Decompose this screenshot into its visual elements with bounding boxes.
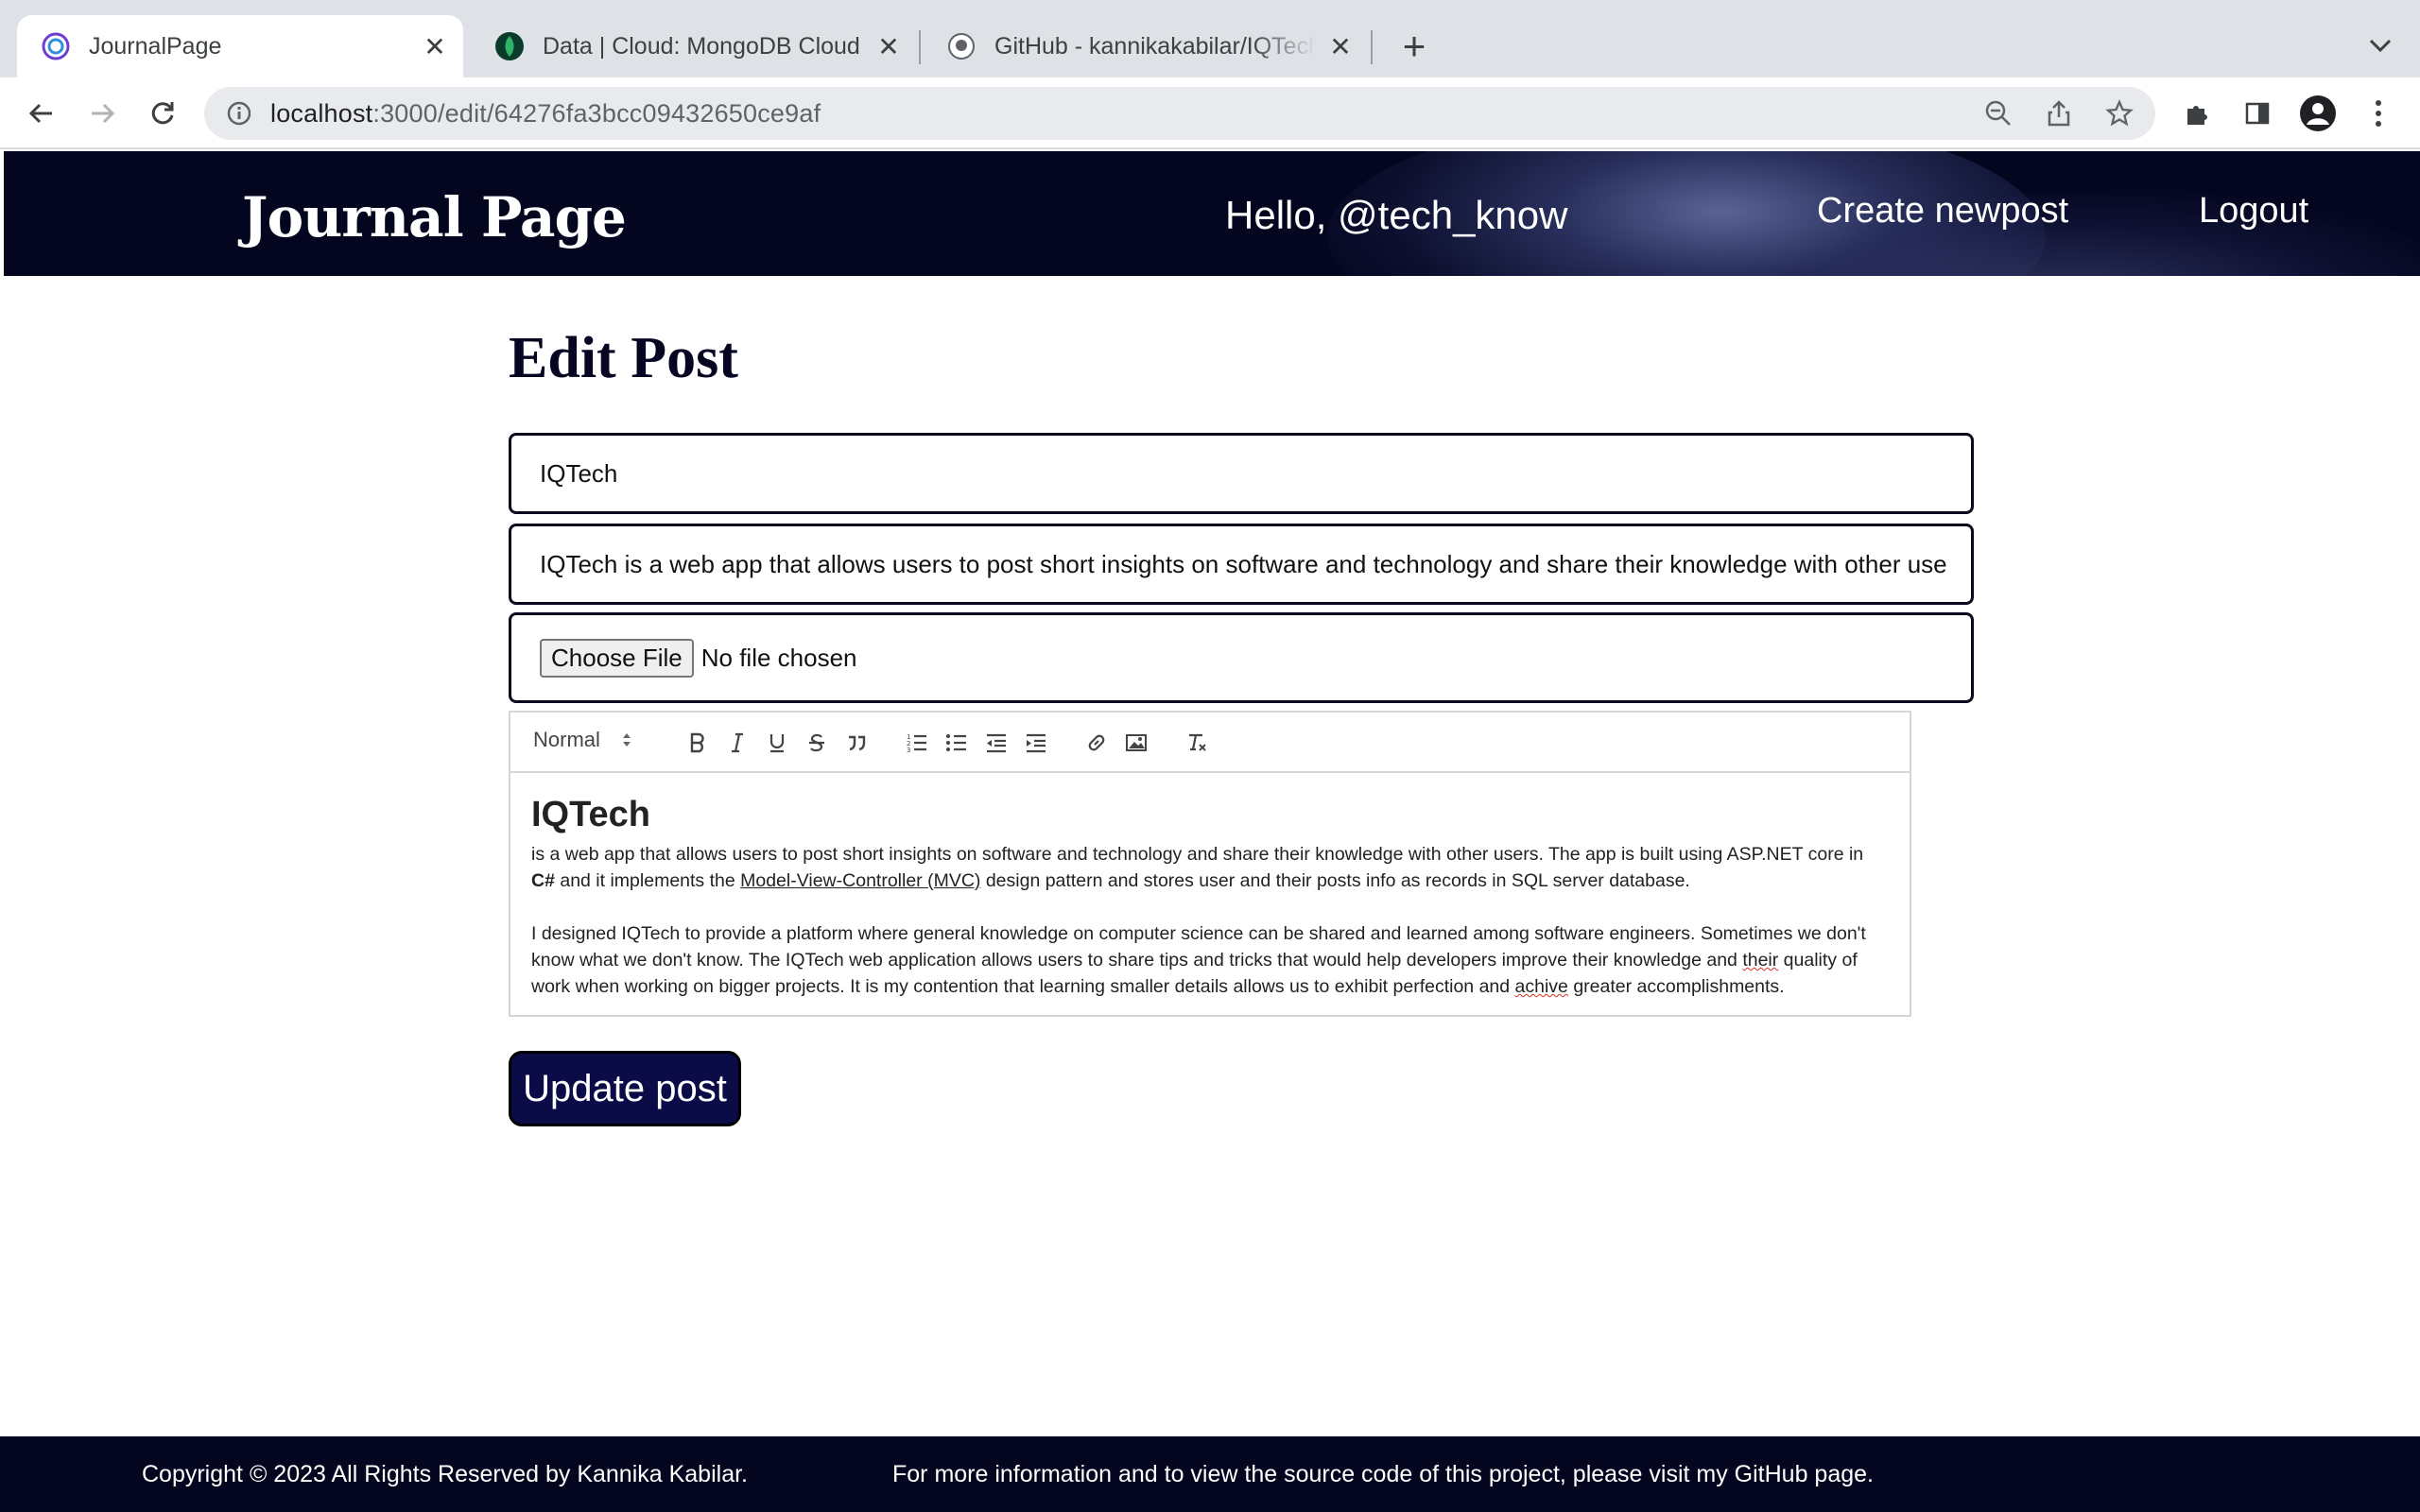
url-host: localhost [270,98,373,128]
svg-text:3: 3 [907,747,910,753]
user-greeting: Hello, @tech_know [1225,193,1568,237]
format-select-value: Normal [533,728,600,751]
site-info-icon[interactable] [225,99,253,128]
tab-separator [919,30,921,64]
bold-text: C# [531,870,555,891]
mongodb-leaf-icon [495,32,524,60]
tab-journalpage[interactable]: JournalPage ✕ [17,15,463,77]
close-tab-icon[interactable]: ✕ [1323,29,1357,63]
rich-text-editor: Normal 123 IQTech is a web app that allo… [509,711,1911,1017]
italic-icon[interactable] [722,728,752,758]
tab-search-chevron-icon[interactable] [2363,28,2397,62]
footer-copyright: Copyright © 2023 All Rights Reserved by … [142,1461,748,1487]
page-title: Edit Post [509,326,738,390]
editor-paragraph-1: is a web app that allows users to post s… [531,841,1889,894]
logout-link[interactable]: Logout [2199,191,2308,232]
tab-title: Data | Cloud: MongoDB Cloud [543,32,860,60]
url-text: localhost:3000/edit/64276fa3bcc09432650c… [270,99,821,129]
tab-title: GitHub - kannikakabilar/IQTech [994,32,1316,60]
new-tab-plus-icon[interactable]: + [1395,24,1433,68]
footer-github-info[interactable]: For more information and to view the sou… [892,1461,1874,1488]
editor-content[interactable]: IQTech is a web app that allows users to… [510,773,1910,1019]
paragraph-text: and it implements the [554,870,741,891]
link-icon[interactable] [1081,728,1112,758]
browser-toolbar: localhost:3000/edit/64276fa3bcc09432650c… [0,77,2420,149]
profile-avatar-icon[interactable] [2295,91,2341,136]
bold-icon[interactable] [683,728,713,758]
paragraph-text: I designed IQTech to provide a platform … [531,923,1866,971]
back-arrow-icon[interactable] [19,91,64,136]
editor-heading: IQTech [531,795,650,834]
paragraph-text: design pattern and stores user and their… [980,870,1690,891]
github-icon [947,32,976,60]
tab-strip: JournalPage ✕ Data | Cloud: MongoDB Clou… [0,0,2420,77]
extensions-puzzle-icon[interactable] [2174,91,2220,136]
tab-mongodb[interactable]: Data | Cloud: MongoDB Cloud ✕ [471,15,917,77]
tab-github[interactable]: GitHub - kannikakabilar/IQTech ✕ [923,15,1369,77]
post-title-input[interactable]: IQTech [509,433,1974,514]
spelling-error-word: achive [1514,976,1568,997]
format-select[interactable]: Normal [533,728,632,752]
bookmark-star-icon[interactable] [2097,87,2142,140]
editor-paragraph-2: I designed IQTech to provide a platform … [531,920,1889,1000]
close-tab-icon[interactable]: ✕ [872,29,906,63]
indent-icon[interactable] [1021,728,1051,758]
reload-icon[interactable] [140,91,185,136]
site-footer: Copyright © 2023 All Rights Reserved by … [0,1436,2420,1512]
zoom-icon[interactable] [1976,87,2021,140]
select-arrows-icon [622,733,631,747]
editor-toolbar: Normal 123 [510,713,1910,773]
site-logo[interactable]: Journal Page [242,185,627,249]
post-title-value: IQTech [540,458,618,488]
ordered-list-icon[interactable]: 123 [902,728,932,758]
create-new-post-link[interactable]: Create newpost [1817,191,2068,232]
browser-menu-kebab-icon[interactable] [2356,91,2401,136]
address-bar[interactable]: localhost:3000/edit/64276fa3bcc09432650c… [204,87,2155,140]
spelling-error-word: their [1742,950,1779,971]
forward-arrow-icon[interactable] [79,91,125,136]
choose-file-button[interactable]: Choose File [540,638,694,678]
paragraph-text: greater accomplishments. [1567,976,1785,997]
file-status: No file chosen [700,643,857,672]
update-post-button[interactable]: Update post [509,1051,741,1126]
url-path: :3000/edit/64276fa3bcc09432650ce9af [372,98,821,128]
file-upload-field: Choose File No file chosen [509,612,1974,703]
image-icon[interactable] [1121,728,1151,758]
post-summary-value: IQTech is a web app that allows users to… [540,549,1947,578]
journalpage-favicon-icon [42,32,70,60]
underline-icon[interactable] [762,728,792,758]
paragraph-text: is a web app that allows users to post s… [531,844,1864,865]
post-summary-input[interactable]: IQTech is a web app that allows users to… [509,524,1974,605]
outdent-icon[interactable] [981,728,1011,758]
strikethrough-icon[interactable] [802,728,832,758]
share-icon[interactable] [2036,87,2082,140]
clear-formatting-icon[interactable] [1182,728,1212,758]
side-panel-icon[interactable] [2235,91,2280,136]
close-tab-icon[interactable]: ✕ [418,29,452,63]
tab-separator [1371,30,1373,64]
bullet-list-icon[interactable] [942,728,972,758]
mvc-link[interactable]: Model-View-Controller (MVC) [740,870,980,891]
site-header: Journal Page Hello, @tech_know Create ne… [4,151,2420,276]
tab-title: JournalPage [89,32,222,60]
blockquote-icon[interactable] [841,728,872,758]
